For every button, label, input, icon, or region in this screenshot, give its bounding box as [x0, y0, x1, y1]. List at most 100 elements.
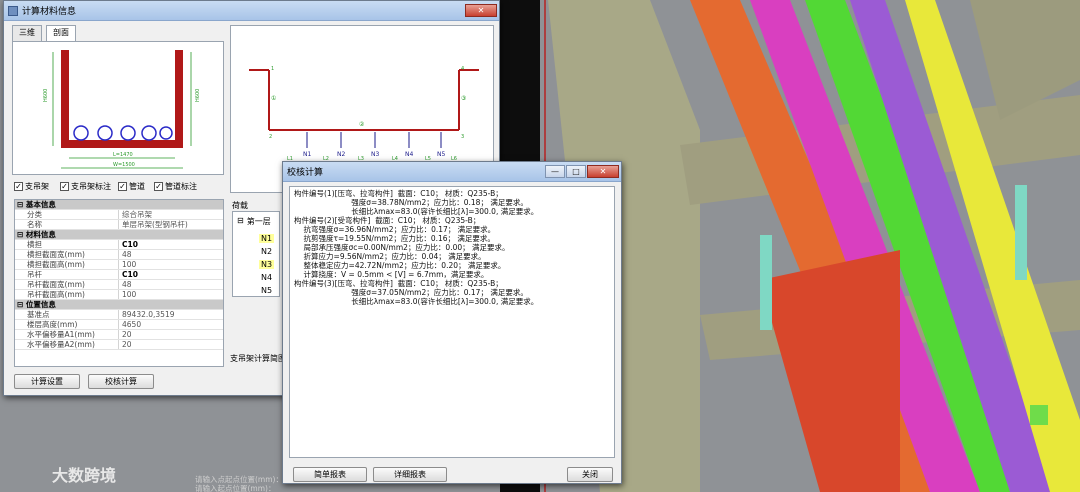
load-tree[interactable]: ⊟ 第一层 N1 N2 N3 N4 N5 — [232, 211, 280, 297]
close-button-bottom[interactable]: 关闭 — [567, 467, 613, 482]
tab-section[interactable]: 剖面 — [46, 25, 76, 42]
pipe-circle-1 — [73, 125, 89, 141]
status-line-2: 请输入起点位置(mm)： — [195, 484, 276, 492]
calc-window-titlebar[interactable]: 计算材料信息 ✕ — [4, 1, 499, 21]
property-row[interactable]: 吊杆截面高(mm) 100 — [15, 290, 223, 300]
report-line: 构件编号(2)[受弯构件] 截面：C10； 材质：Q235-B； — [294, 216, 481, 225]
left-hanger-rod — [61, 50, 69, 148]
node-label: N5 — [437, 151, 445, 158]
node-label: N4 — [405, 151, 413, 158]
simple-report-button[interactable]: 简单报表 — [293, 467, 367, 482]
check-calc-button[interactable]: 校核计算 — [88, 374, 154, 389]
report-line: 整体稳定应力=42.72N/mm2；应力比：0.20； 满足要求。 — [294, 261, 506, 270]
screen: 计算材料信息 ✕ 三维 剖面 H600 H600 L=1470 W=1500 N… — [0, 0, 1080, 492]
window-app-icon — [8, 5, 18, 16]
property-row[interactable]: 分类 综合吊架 — [15, 210, 223, 220]
load-tree-root[interactable]: ⊟ 第一层 — [237, 216, 271, 227]
check-window-titlebar[interactable]: 校核计算 — □ ✕ — [283, 162, 621, 182]
property-value[interactable]: 89432.0,3519 — [119, 310, 223, 319]
property-value[interactable]: 48 — [119, 250, 223, 259]
property-row[interactable]: 基准点 89432.0,3519 — [15, 310, 223, 320]
report-line: 抗弯强度σ=36.96N/mm2；应力比：0.17； 满足要求。 — [294, 225, 496, 234]
checkbox-support-label[interactable]: ✓ 支吊架标注 — [60, 181, 111, 192]
property-key: 横担 — [15, 240, 119, 249]
node-label: N1 — [303, 151, 311, 158]
report-line: 构件编号(1)[压弯、拉弯构件] 截面：C10； 材质：Q235-B； — [294, 189, 503, 198]
close-button[interactable]: ✕ — [465, 4, 497, 17]
property-key: 吊杆截面宽(mm) — [15, 280, 119, 289]
close-button[interactable]: ✕ — [587, 165, 619, 178]
property-row[interactable]: 楼层高度(mm) 4650 — [15, 320, 223, 330]
property-value[interactable]: 4650 — [119, 320, 223, 329]
property-value[interactable]: 综合吊架 — [119, 210, 223, 219]
point-label-4: 4 — [461, 66, 464, 72]
property-value[interactable]: 单层吊架(型钢吊杆) — [119, 220, 223, 229]
report-line: 长细比λmax=83.0(容许长细比[λ]=300.0, 满足要求。 — [294, 207, 539, 216]
load-label: 荷载 — [232, 201, 248, 210]
tab-3d[interactable]: 三维 — [12, 25, 42, 41]
property-value[interactable]: 48 — [119, 280, 223, 289]
property-row[interactable]: 水平偏移量A2(mm) 20 — [15, 340, 223, 350]
category-label: ⊟ 位置信息 — [17, 300, 56, 309]
minimize-button[interactable]: — — [545, 165, 565, 178]
maximize-button[interactable]: □ — [566, 165, 586, 178]
load-node-n2[interactable]: N2 — [259, 247, 274, 256]
checkbox-support[interactable]: ✓ 支吊架 — [14, 181, 49, 192]
checkbox-box[interactable]: ✓ — [154, 182, 163, 191]
report-line: 长细比λmax=83.0(容许长细比[λ]=300.0, 满足要求。 — [294, 297, 539, 306]
section-view-panel: H600 H600 L=1470 W=1500 — [12, 41, 224, 175]
category-label: ⊟ 基本信息 — [17, 200, 56, 209]
report-line: 局部承压强度σc=0.00N/mm2；应力比：0.00； 满足要求。 — [294, 243, 510, 252]
member-label-3: ③ — [461, 95, 466, 102]
property-key: 横担截面高(mm) — [15, 260, 119, 269]
load-node-n3[interactable]: N3 — [259, 260, 275, 269]
expand-icon[interactable]: ⊟ — [237, 216, 244, 227]
property-grid[interactable]: ⊟ 基本信息 分类 综合吊架 名称 单层吊架(型钢吊杆) ⊟ 材料信息 横担 C10 横担截面宽… — [14, 199, 224, 367]
report-line: 折算应力=9.56N/mm2；应力比：0.04； 满足要求。 — [294, 252, 486, 261]
load-node-n5[interactable]: N5 — [259, 286, 274, 295]
property-row[interactable]: 横担截面高(mm) 100 — [15, 260, 223, 270]
checkbox-label: 支吊架标注 — [71, 182, 111, 191]
property-row[interactable]: 水平偏移量A1(mm) 20 — [15, 330, 223, 340]
property-value[interactable]: C10 — [119, 240, 223, 249]
checkbox-box[interactable]: ✓ — [60, 182, 69, 191]
checkbox-pipe-label[interactable]: ✓ 管道标注 — [154, 181, 197, 192]
property-value[interactable]: 100 — [119, 260, 223, 269]
property-key: 水平偏移量A2(mm) — [15, 340, 119, 349]
report-line: 计算挠度：V = 0.5mm < [V] = 6.7mm，满足要求。 — [294, 270, 489, 279]
property-category[interactable]: ⊟ 材料信息 — [15, 230, 223, 240]
member-label-2: ② — [359, 121, 365, 128]
calc-settings-button[interactable]: 计算设置 — [14, 374, 80, 389]
property-key: 楼层高度(mm) — [15, 320, 119, 329]
property-key: 吊杆截面高(mm) — [15, 290, 119, 299]
check-calc-window: 校核计算 — □ ✕ 构件编号(1)[压弯、拉弯构件] 截面：C10； 材质：Q… — [282, 161, 622, 484]
property-row[interactable]: 名称 单层吊架(型钢吊杆) — [15, 220, 223, 230]
property-row[interactable]: 吊杆截面宽(mm) 48 — [15, 280, 223, 290]
load-node-n4[interactable]: N4 — [259, 273, 274, 282]
check-window-title: 校核计算 — [287, 168, 324, 178]
property-category[interactable]: ⊟ 基本信息 — [15, 200, 223, 210]
outer-width-label: W=1500 — [113, 162, 135, 168]
property-value[interactable]: 20 — [119, 340, 223, 349]
property-value[interactable]: 20 — [119, 330, 223, 339]
checkbox-box[interactable]: ✓ — [118, 182, 127, 191]
property-value[interactable]: 100 — [119, 290, 223, 299]
property-row[interactable]: 横担截面宽(mm) 48 — [15, 250, 223, 260]
checkbox-pipe[interactable]: ✓ 管道 — [118, 181, 145, 192]
detail-report-button[interactable]: 详细报表 — [373, 467, 447, 482]
property-value[interactable]: C10 — [119, 270, 223, 279]
property-row[interactable]: 横担 C10 — [15, 240, 223, 250]
property-key: 水平偏移量A1(mm) — [15, 330, 119, 339]
checkbox-label: 支吊架 — [25, 182, 49, 191]
pipe-circle-2 — [97, 125, 113, 141]
load-node-n1[interactable]: N1 — [259, 234, 275, 243]
property-row[interactable]: 吊杆 C10 — [15, 270, 223, 280]
pipe-circle-5 — [159, 126, 173, 140]
checkbox-box[interactable]: ✓ — [14, 182, 23, 191]
property-category[interactable]: ⊟ 位置信息 — [15, 300, 223, 310]
member-label-1: ① — [271, 95, 276, 102]
right-dim-label: H600 — [195, 89, 201, 102]
pipe-circle-3 — [120, 125, 136, 141]
report-line: 强度σ=38.78N/mm2；应力比：0.18； 满足要求。 — [294, 198, 528, 207]
category-label: ⊟ 材料信息 — [17, 230, 56, 239]
